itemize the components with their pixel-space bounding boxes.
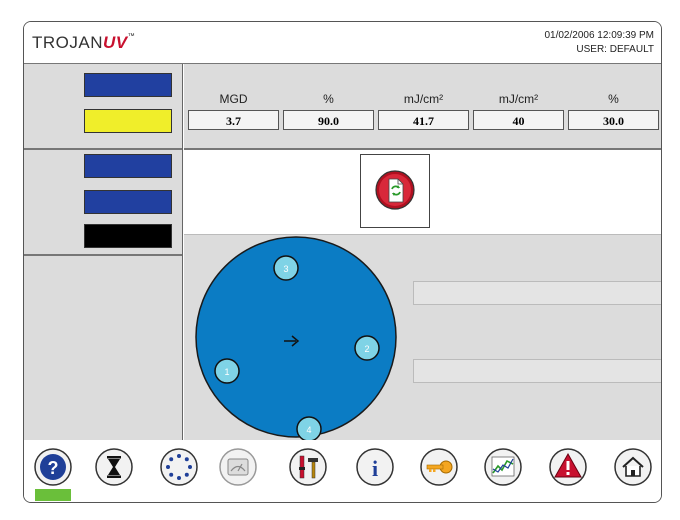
lamp-channel-diagram: 3 2 1 4 — [195, 236, 397, 440]
trends-button[interactable] — [483, 447, 523, 487]
metrics-panel: MGD 3.7 % 90.0 mJ/cm² 41.7 mJ/cm² 40 % 3… — [184, 64, 661, 150]
help-active-indicator — [35, 489, 71, 501]
lamp-3[interactable]: 3 — [273, 255, 299, 281]
tools-button[interactable] — [288, 447, 328, 487]
home-button[interactable] — [613, 447, 653, 487]
status-stamp: 01/02/2006 12:09:39 PM USER: DEFAULT — [544, 29, 654, 57]
info-icon: i — [356, 448, 394, 486]
svg-text:i: i — [372, 456, 378, 481]
tools-icon — [289, 448, 327, 486]
lamp-label: 4 — [306, 425, 311, 435]
lamp-ring-icon — [160, 448, 198, 486]
status-panel-2 — [24, 150, 182, 256]
hmi-window: TROJANUV™ 01/02/2006 12:09:39 PM USER: D… — [23, 21, 662, 503]
gauge-button[interactable] — [218, 447, 258, 487]
status-panel-1 — [24, 64, 182, 150]
refresh-document-icon — [375, 170, 415, 210]
metric-value[interactable]: 90.0 — [283, 110, 374, 130]
action-panel — [184, 150, 661, 235]
metric-dose-setpoint: mJ/cm² 40 — [473, 92, 564, 130]
datetime-readout: 01/02/2006 12:09:39 PM — [544, 30, 654, 41]
status-column — [24, 64, 183, 440]
status-indicator-yellow[interactable] — [84, 109, 172, 133]
metric-flow: MGD 3.7 — [188, 92, 279, 130]
reset-button[interactable] — [360, 154, 430, 228]
metric-unit: mJ/cm² — [403, 92, 444, 106]
home-icon — [614, 448, 652, 486]
user-readout: USER: DEFAULT — [576, 44, 654, 55]
lamp-status-button[interactable] — [159, 447, 199, 487]
lamp-4[interactable]: 4 — [296, 416, 322, 440]
lamp-label: 3 — [283, 264, 288, 274]
metric-value[interactable]: 3.7 — [188, 110, 279, 130]
metric-value[interactable]: 40 — [473, 110, 564, 130]
trend-chart-icon — [484, 448, 522, 486]
info-button[interactable]: i — [355, 447, 395, 487]
svg-text:?: ? — [48, 458, 59, 478]
lamp-1[interactable]: 1 — [214, 358, 240, 384]
metric-unit: mJ/cm² — [498, 92, 539, 106]
lamp-label: 2 — [364, 344, 369, 354]
metric-unit: MGD — [219, 92, 248, 106]
metric-value[interactable]: 30.0 — [568, 110, 659, 130]
help-icon: ? — [34, 448, 72, 486]
status-indicator-black[interactable] — [84, 224, 172, 248]
security-key-button[interactable] — [419, 447, 459, 487]
hourglass-icon — [95, 448, 133, 486]
header-bar: TROJANUV™ 01/02/2006 12:09:39 PM USER: D… — [24, 22, 661, 64]
readout-bar-1 — [413, 281, 661, 305]
metric-power: % 30.0 — [568, 92, 659, 130]
readout-bar-2 — [413, 359, 661, 383]
metric-value[interactable]: 41.7 — [378, 110, 469, 130]
metric-unit: % — [608, 92, 619, 106]
status-indicator-blue-2[interactable] — [84, 154, 172, 178]
alarm-warning-icon — [549, 448, 587, 486]
status-indicator-blue-3[interactable] — [84, 190, 172, 214]
metric-unit: % — [323, 92, 334, 106]
key-icon — [420, 448, 458, 486]
lamp-label: 1 — [224, 367, 229, 377]
metric-uvt: % 90.0 — [283, 92, 374, 130]
alarms-button[interactable] — [548, 447, 588, 487]
lamp-2[interactable]: 2 — [354, 335, 380, 361]
trojan-uv-logo: TROJANUV™ — [32, 33, 136, 52]
status-panel-3 — [24, 256, 182, 440]
metric-dose: mJ/cm² 41.7 — [378, 92, 469, 130]
nav-toolbar: ? i — [24, 441, 661, 502]
help-button[interactable]: ? — [33, 447, 73, 487]
gauge-icon — [219, 448, 257, 486]
status-indicator-blue[interactable] — [84, 73, 172, 97]
channel-area: 3 2 1 4 — [184, 235, 661, 440]
hourglass-button[interactable] — [94, 447, 134, 487]
